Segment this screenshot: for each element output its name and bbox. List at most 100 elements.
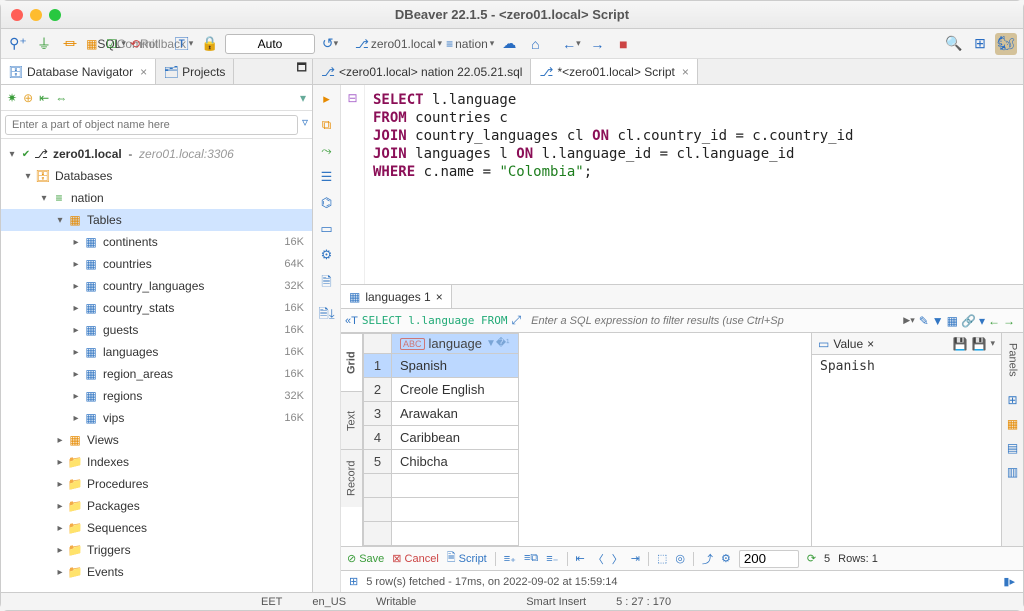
explain-icon[interactable]: ☰	[321, 169, 333, 185]
last-page-icon[interactable]: ⇥	[631, 552, 640, 565]
row-number[interactable]: 2	[364, 378, 392, 402]
navigator-tree[interactable]: ▾✔ ⎇ zero01.local - zero01.local:3306 ▾🗄…	[1, 139, 312, 592]
results-tab[interactable]: ▦ languages 1 ×	[341, 285, 452, 308]
execute-icon[interactable]: ⤳	[321, 143, 331, 159]
collapse-icon[interactable]: ⇤	[39, 91, 49, 105]
table-node[interactable]: ▸▦regions32K	[1, 385, 312, 407]
transaction-mode-input[interactable]	[225, 34, 315, 54]
row-number[interactable]: 5	[364, 450, 392, 474]
filter-icon[interactable]: ▿	[302, 115, 308, 134]
filter-menu-icon[interactable]: ▾	[300, 91, 306, 105]
plan-icon[interactable]: ⌬	[321, 195, 332, 211]
load-sql-icon[interactable]: 🗎⤓	[318, 305, 334, 327]
navigator-search-input[interactable]	[5, 115, 298, 135]
nav-menu-icon[interactable]: 🗖	[292, 59, 312, 78]
save-value-icon[interactable]: 💾	[953, 337, 968, 351]
connect-icon[interactable]: ⏚	[33, 33, 55, 55]
row-number[interactable]: 3	[364, 402, 392, 426]
cell[interactable]: Spanish	[392, 354, 519, 378]
save-button[interactable]: ⊘ Save	[347, 552, 384, 565]
export-icon[interactable]: ⤴	[702, 551, 713, 567]
panel-refs-icon[interactable]: ▥	[1007, 465, 1018, 479]
table-node[interactable]: ▸▦languages16K	[1, 341, 312, 363]
lock-icon[interactable]: 🔒	[199, 33, 221, 55]
zoom-icon[interactable]: ⬚	[657, 552, 667, 565]
del-row-icon[interactable]: ≡₋	[546, 552, 558, 565]
close-icon[interactable]: ×	[140, 65, 147, 79]
cell[interactable]: Arawakan	[392, 402, 519, 426]
script-button[interactable]: 🗎 Script	[447, 549, 487, 568]
close-icon[interactable]: ×	[867, 337, 874, 351]
cloud-icon[interactable]: ☁	[498, 33, 520, 55]
next-icon[interactable]: →	[1003, 314, 1015, 328]
tab-database-navigator[interactable]: 🗄 Database Navigator ×	[1, 59, 156, 84]
new-connection-icon[interactable]: ⚲⁺	[7, 33, 29, 55]
home-icon[interactable]: ⌂	[524, 33, 546, 55]
table-node[interactable]: ▸▦guests16K	[1, 319, 312, 341]
expand-icon[interactable]: ⤢	[512, 313, 522, 328]
tab-projects[interactable]: 🗂 Projects	[156, 59, 234, 84]
row-number[interactable]: 4	[364, 426, 392, 450]
save-sql-icon[interactable]: 🗎	[321, 273, 331, 295]
record-tab[interactable]: Record	[341, 449, 362, 507]
page-size-input[interactable]	[739, 550, 799, 568]
history-icon[interactable]: ↺▾	[319, 33, 341, 55]
back-icon[interactable]: ←▾	[560, 33, 582, 55]
sql-editor[interactable]: ⊟ SELECT l.language FROM countries c JOI…	[341, 85, 1023, 285]
color-icon[interactable]: ▦	[947, 314, 958, 328]
triggers-folder[interactable]: ▸📁 Triggers	[1, 539, 312, 561]
databases-folder[interactable]: ▾🗄 Databases	[1, 165, 312, 187]
table-node[interactable]: ▸▦country_languages32K	[1, 275, 312, 297]
indexes-folder[interactable]: ▸📁 Indexes	[1, 451, 312, 473]
add-row-icon[interactable]: ≡₊	[504, 552, 516, 565]
new-folder-icon[interactable]: ⊕	[23, 91, 33, 105]
schema-node[interactable]: ▾≡ nation	[1, 187, 312, 209]
cell[interactable]: Chibcha	[392, 450, 519, 474]
schema-selector[interactable]: ≡nation▾	[446, 37, 494, 51]
export-status-icon[interactable]: ▮▸	[1003, 575, 1015, 588]
refresh-icon[interactable]: ✷	[7, 91, 17, 105]
close-icon[interactable]: ×	[682, 65, 689, 79]
packages-folder[interactable]: ▸📁 Packages	[1, 495, 312, 517]
results-filter-input[interactable]	[525, 315, 903, 327]
settings-icon[interactable]: ⚙	[721, 552, 731, 565]
events-folder[interactable]: ▸📁 Events	[1, 561, 312, 583]
prev-icon[interactable]: ←	[988, 314, 1000, 328]
table-node[interactable]: ▸▦country_stats16K	[1, 297, 312, 319]
perspective-icon[interactable]: ⊞	[969, 33, 991, 55]
prev-page-icon[interactable]: 〈	[593, 551, 604, 567]
run-script-icon[interactable]: ⧉	[322, 117, 331, 133]
panel-calc-icon[interactable]: ▦	[1007, 417, 1018, 431]
table-node[interactable]: ▸▦countries64K	[1, 253, 312, 275]
table-node[interactable]: ▸▦continents16K	[1, 231, 312, 253]
funnel-icon[interactable]: ▼	[932, 314, 944, 328]
column-header[interactable]: ABC language ▼�¹	[392, 334, 519, 354]
transaction-icon[interactable]: 🅃▾	[173, 33, 195, 55]
table-node[interactable]: ▸▦region_areas16K	[1, 363, 312, 385]
panel-grid-icon[interactable]: ⊞	[1007, 393, 1017, 407]
editor-tab-2[interactable]: ⎇ *<zero01.local> Script ×	[531, 59, 697, 84]
next-page-icon[interactable]: 〉	[612, 551, 623, 567]
apply-filter-icon[interactable]: ▶	[903, 315, 910, 326]
edit-icon[interactable]: ✎	[919, 314, 929, 328]
search-icon[interactable]: 🔍	[943, 33, 965, 55]
panels-tab[interactable]: Panels	[1007, 337, 1019, 383]
datasource-selector[interactable]: ⎇zero01.local▾	[355, 37, 442, 51]
rollback-button[interactable]: ⟲Rollback	[147, 33, 169, 55]
config-icon[interactable]: ⚙	[321, 247, 333, 263]
show-icon[interactable]: ▭	[320, 221, 332, 237]
sequences-folder[interactable]: ▸📁 Sequences	[1, 517, 312, 539]
text-tab[interactable]: Text	[341, 391, 362, 449]
disconnect-icon[interactable]: ⏛	[59, 33, 81, 55]
value-content[interactable]: Spanish	[812, 355, 1001, 546]
cancel-button[interactable]: ⊠ Cancel	[392, 552, 438, 565]
grid-tab[interactable]: Grid	[341, 333, 362, 391]
forward-icon[interactable]: →	[586, 33, 608, 55]
results-grid[interactable]: ABC language ▼�¹ 1Spanish2Creole English…	[363, 333, 519, 546]
views-folder[interactable]: ▸▦ Views	[1, 429, 312, 451]
cell[interactable]: Creole English	[392, 378, 519, 402]
dup-row-icon[interactable]: ≡⧉	[524, 552, 538, 565]
fold-icon[interactable]: ⊟	[347, 91, 357, 284]
run-icon[interactable]: ▸	[323, 91, 330, 107]
panel-group-icon[interactable]: ▤	[1007, 441, 1018, 455]
